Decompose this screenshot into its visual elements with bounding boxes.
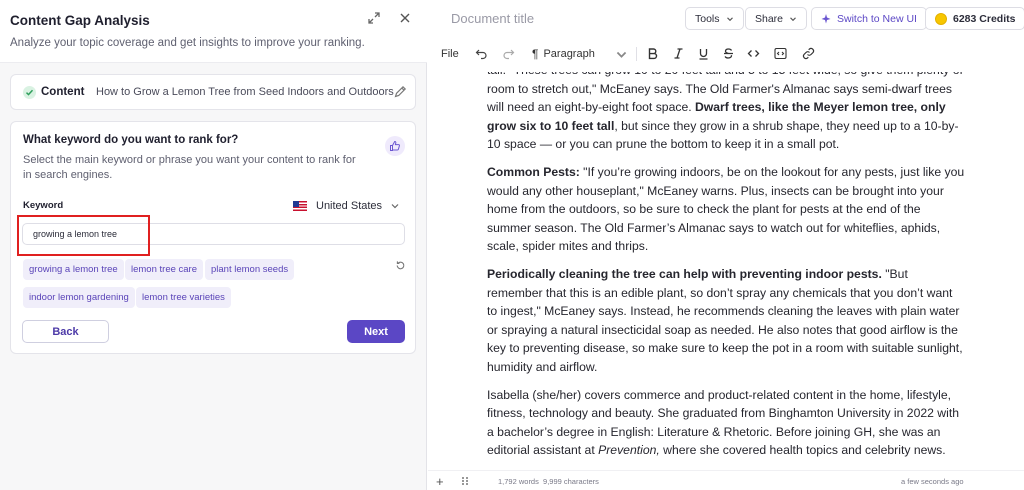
next-button[interactable]: Next: [347, 320, 405, 343]
check-circle-icon: [23, 86, 36, 99]
switch-ui-label: Switch to New UI: [837, 12, 917, 25]
bold-text: Common Pests:: [487, 164, 580, 179]
refresh-icon[interactable]: [395, 260, 406, 271]
document-content[interactable]: tall. "These trees can grow 10 to 20 fee…: [487, 72, 965, 470]
pencil-icon[interactable]: [393, 85, 407, 99]
country-name: United States: [316, 200, 383, 212]
plus-icon[interactable]: +: [436, 474, 444, 489]
keyword-question: What keyword do you want to rank for?: [23, 134, 239, 146]
scrollbar[interactable]: [1018, 66, 1024, 470]
word-count: 1,792 words 9,999 characters: [498, 477, 599, 486]
keyword-suggestion-chip[interactable]: lemon tree care: [125, 259, 204, 280]
paragraph-style-label: Paragraph: [543, 48, 595, 60]
content-label: Content: [41, 86, 85, 98]
country-select[interactable]: United States: [293, 198, 400, 214]
chevron-down-icon: [790, 16, 796, 21]
paragraph-style-dropdown[interactable]: ¶ Paragraph: [532, 46, 628, 62]
chevron-down-icon: [726, 16, 733, 21]
back-button[interactable]: Back: [22, 320, 109, 343]
content-summary-card: Content How to Grow a Lemon Tree from Se…: [10, 74, 416, 110]
keyword-step-card: What keyword do you want to rank for? Se…: [10, 121, 416, 354]
pilcrow-icon: ¶: [532, 47, 539, 61]
strikethrough-icon[interactable]: [722, 46, 735, 62]
redo-icon[interactable]: [502, 46, 515, 62]
code-block-icon[interactable]: [774, 46, 787, 62]
paragraph: Common Pests: "If you’re growing indoors…: [487, 163, 965, 256]
file-menu[interactable]: File: [441, 46, 459, 62]
share-label: Share: [755, 12, 784, 25]
document-editor: Document title Tools Share Switch to New…: [428, 0, 1024, 490]
underline-icon[interactable]: [697, 46, 710, 62]
italic-icon[interactable]: [672, 46, 685, 62]
paragraph: Isabella (she/her) covers commerce and p…: [487, 386, 965, 460]
panel-subtitle: Analyze your topic coverage and get insi…: [10, 37, 365, 49]
bold-text: Periodically cleaning the tree can help …: [487, 266, 882, 281]
keyword-suggestion-chip[interactable]: lemon tree varieties: [136, 287, 231, 308]
toolbar-divider: [636, 47, 637, 61]
italic-text: Prevention,: [598, 443, 660, 458]
keyword-description: Select the main keyword or phrase you wa…: [23, 154, 356, 181]
expand-icon[interactable]: [365, 11, 383, 29]
word-count-value: 1,792 words: [498, 477, 539, 486]
paragraph-text: where she covered health topics and cele…: [659, 443, 946, 458]
paragraph-text: "But remember that this is an edible pla…: [487, 266, 963, 374]
content-gap-panel: Content Gap Analysis Analyze your topic …: [0, 0, 427, 490]
link-icon[interactable]: [802, 46, 815, 62]
status-bar: + 1,792 words 9,999 characters a few sec…: [428, 470, 1024, 490]
panel-header: Content Gap Analysis Analyze your topic …: [0, 0, 427, 63]
last-saved-status: a few seconds ago: [901, 477, 964, 486]
panel-title: Content Gap Analysis: [10, 13, 150, 28]
credits-label: 6283 Credits: [953, 12, 1016, 25]
keyword-input[interactable]: [22, 223, 405, 245]
sparkle-icon: [821, 13, 831, 23]
undo-icon[interactable]: [475, 46, 488, 62]
keyword-suggestion-chip[interactable]: indoor lemon gardening: [23, 287, 135, 308]
tools-button[interactable]: Tools: [685, 7, 744, 30]
close-icon[interactable]: [396, 11, 414, 29]
keyword-label: Keyword: [23, 200, 64, 211]
share-button[interactable]: Share: [745, 7, 808, 30]
drag-handle-icon[interactable]: [461, 476, 469, 486]
chevron-down-icon: [391, 204, 399, 209]
character-count-value: 9,999 characters: [543, 477, 599, 486]
credits-button[interactable]: 6283 Credits: [925, 7, 1024, 30]
code-icon[interactable]: [747, 46, 760, 62]
keyword-suggestion-chip[interactable]: growing a lemon tree: [23, 259, 124, 280]
paragraph: tall. "These trees can grow 10 to 20 fee…: [487, 72, 965, 154]
tools-label: Tools: [695, 12, 720, 25]
formatting-toolbar: File ¶ Paragraph: [428, 42, 1024, 66]
content-title: How to Grow a Lemon Tree from Seed Indoo…: [96, 86, 394, 98]
paragraph: Periodically cleaning the tree can help …: [487, 265, 965, 377]
bold-icon[interactable]: [646, 46, 659, 62]
us-flag-icon: [293, 201, 307, 211]
switch-ui-button[interactable]: Switch to New UI: [811, 7, 927, 30]
keyword-suggestion-chip[interactable]: plant lemon seeds: [205, 259, 295, 280]
coin-icon: [935, 12, 947, 25]
chevron-down-icon: [616, 51, 627, 58]
document-title-input[interactable]: Document title: [451, 11, 534, 26]
thumbs-up-button[interactable]: [385, 136, 405, 156]
